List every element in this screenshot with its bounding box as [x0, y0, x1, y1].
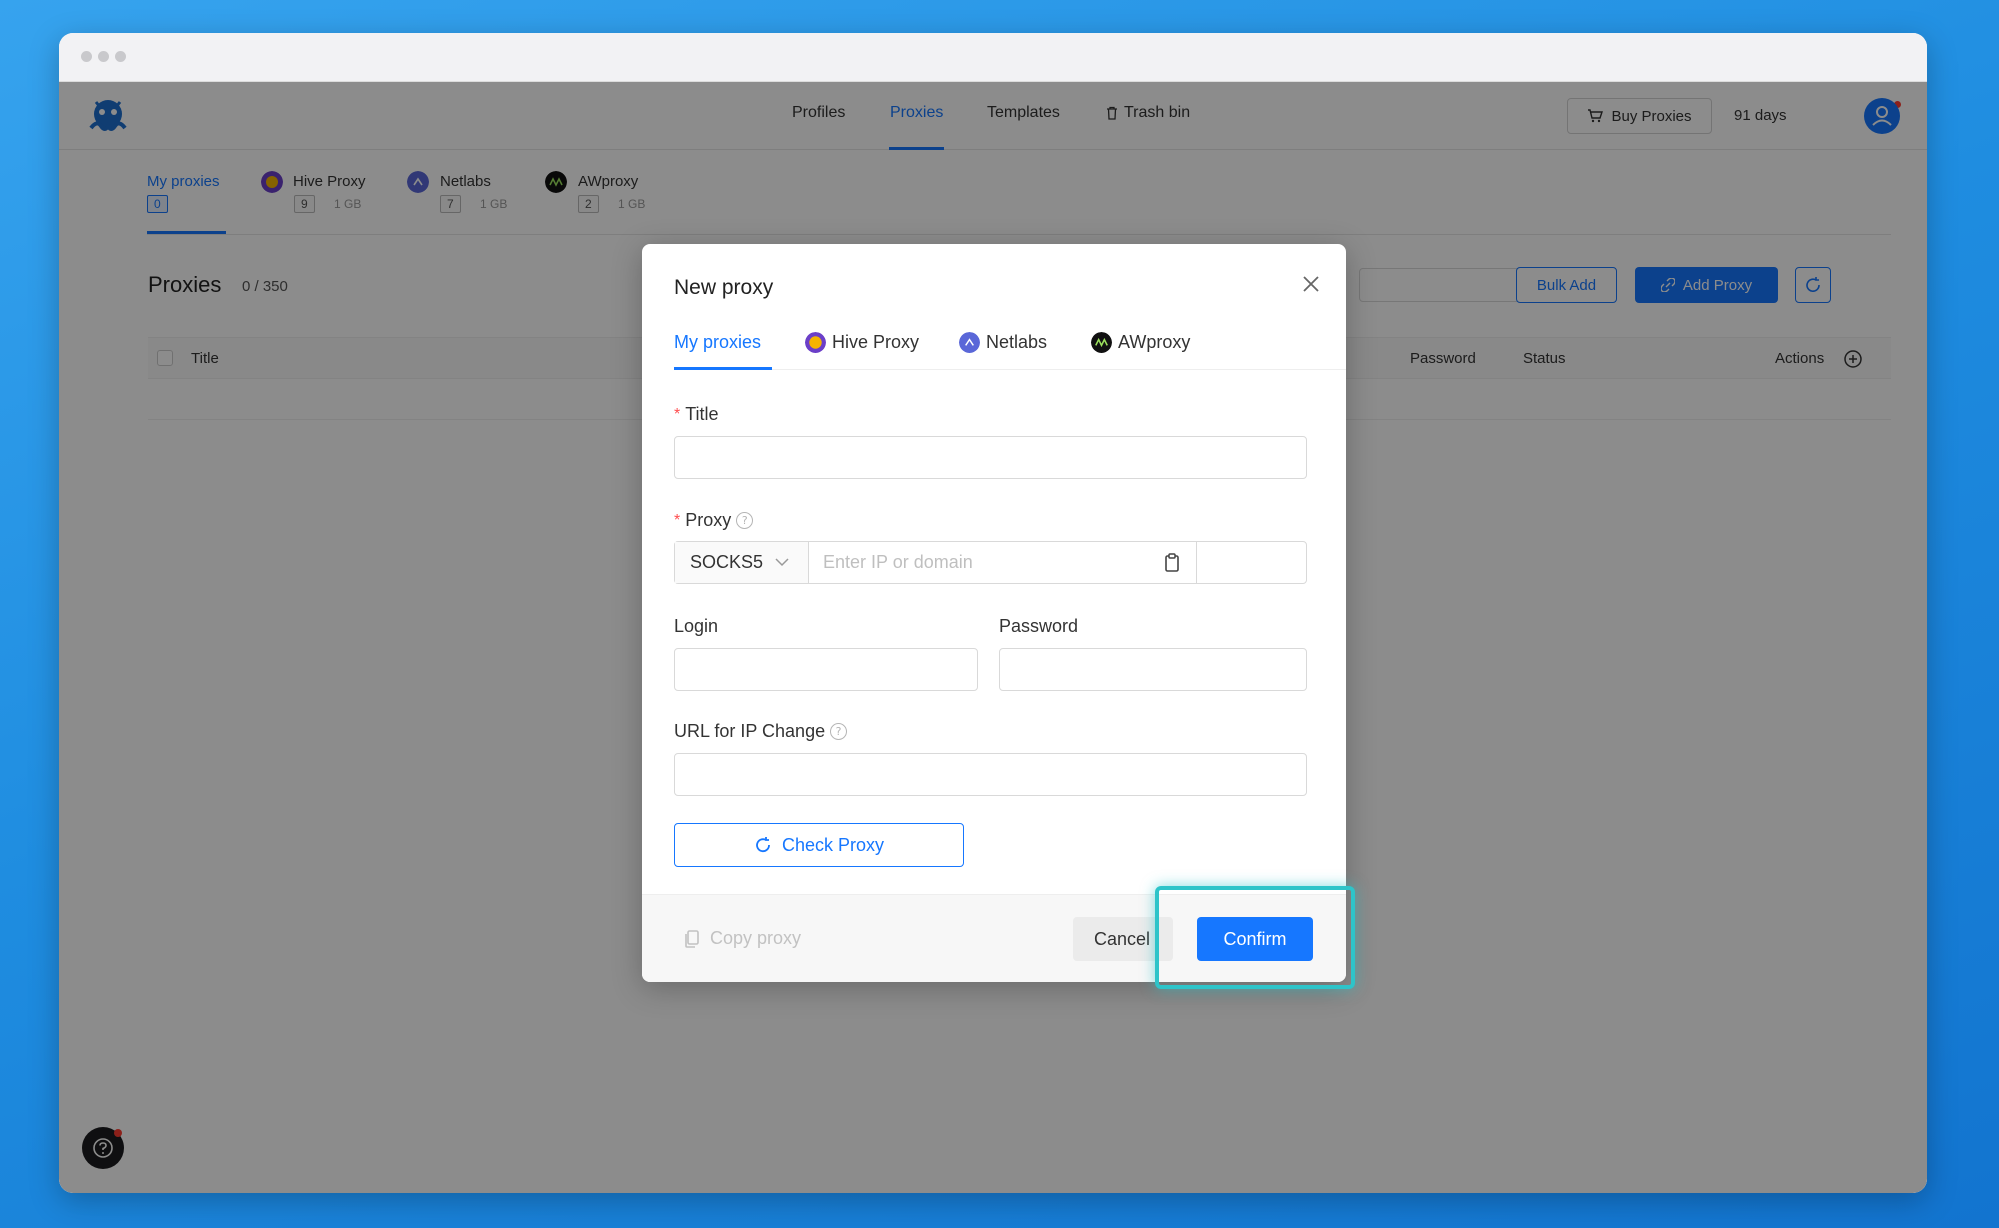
- url-ip-change-label: URL for IP Change ?: [674, 721, 848, 742]
- confirm-highlight-callout: [1155, 886, 1355, 989]
- port-input[interactable]: [1196, 542, 1306, 583]
- proxy-type-select[interactable]: SOCKS5: [675, 542, 809, 583]
- proxy-field-label: * Proxy ?: [674, 510, 754, 531]
- dialog-tab-hive-proxy[interactable]: Hive Proxy: [805, 332, 919, 353]
- dialog-tab-awproxy[interactable]: AWproxy: [1091, 332, 1190, 353]
- chevron-down-icon: [775, 558, 789, 567]
- window-dot-maximize[interactable]: [115, 51, 126, 62]
- dialog-tab-my-proxies[interactable]: My proxies: [674, 332, 761, 353]
- dialog-tab-active-underline: [674, 367, 772, 370]
- help-question-icon[interactable]: ?: [736, 512, 754, 529]
- check-proxy-label: Check Proxy: [781, 834, 885, 855]
- copy-proxy-label: Copy proxy: [710, 928, 802, 948]
- paste-clipboard-icon[interactable]: [1162, 552, 1182, 574]
- dialog-tab-label: AWproxy: [1118, 332, 1191, 352]
- netlabs-logo-icon: [959, 332, 980, 353]
- copy-icon: [685, 929, 699, 948]
- close-icon: [1303, 276, 1319, 292]
- window-dot-close[interactable]: [81, 51, 92, 62]
- dialog-tab-label: Hive Proxy: [832, 332, 920, 352]
- title-label-text: Title: [685, 404, 719, 424]
- proxy-input-group: SOCKS5: [674, 541, 1307, 584]
- refresh-icon: [756, 837, 770, 853]
- close-button[interactable]: [1297, 270, 1325, 298]
- window-titlebar: [59, 33, 1927, 82]
- dialog-title: New proxy: [674, 276, 774, 299]
- url-label-text: URL for IP Change: [674, 721, 826, 741]
- required-asterisk: *: [674, 511, 681, 529]
- title-input[interactable]: [674, 436, 1307, 479]
- url-ip-change-input[interactable]: [674, 753, 1307, 796]
- password-field-label: Password: [999, 616, 1079, 636]
- password-input[interactable]: [999, 648, 1307, 691]
- login-input[interactable]: [674, 648, 978, 691]
- help-question-icon[interactable]: ?: [830, 723, 848, 740]
- host-input[interactable]: [809, 542, 1196, 583]
- window-dot-minimize[interactable]: [98, 51, 109, 62]
- login-field-label: Login: [674, 616, 719, 636]
- title-field-label: * Title: [674, 404, 719, 425]
- proxy-label-text: Proxy: [685, 510, 732, 530]
- copy-proxy-button[interactable]: Copy proxy: [684, 928, 801, 949]
- hive-proxy-logo-icon: [805, 332, 826, 353]
- awproxy-logo-icon: [1091, 332, 1112, 353]
- proxy-type-value: SOCKS5: [690, 552, 764, 572]
- dialog-provider-tabs: My proxies Hive Proxy Netlabs AWproxy: [674, 320, 1346, 370]
- check-proxy-button[interactable]: Check Proxy: [674, 823, 964, 867]
- required-asterisk: *: [674, 405, 681, 423]
- dialog-tab-label: Netlabs: [986, 332, 1048, 352]
- dialog-tab-netlabs[interactable]: Netlabs: [959, 332, 1047, 353]
- new-proxy-dialog: New proxy My proxies Hive Proxy Netlabs …: [642, 244, 1346, 982]
